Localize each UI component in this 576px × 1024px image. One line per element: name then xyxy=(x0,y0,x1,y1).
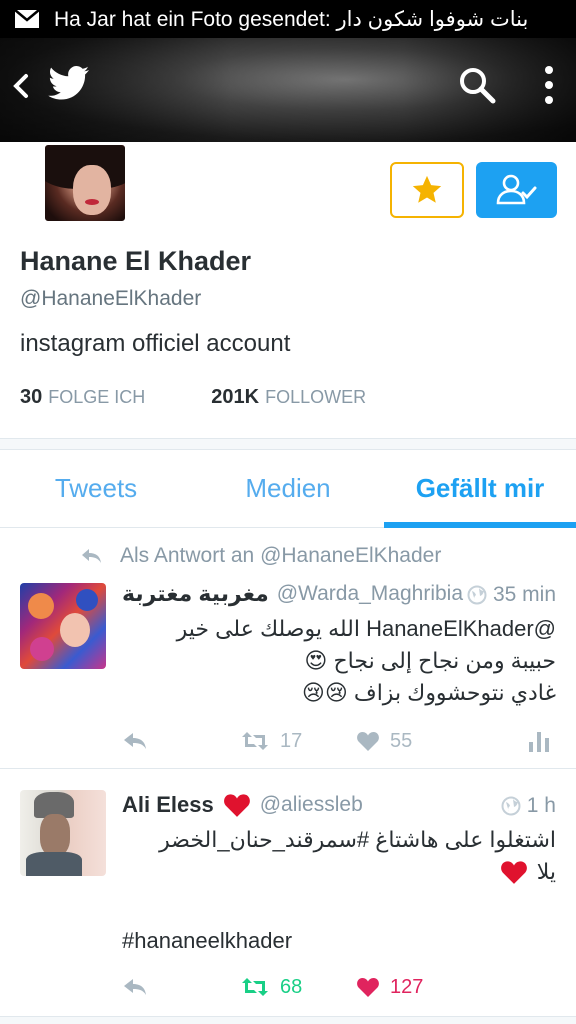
list-bottom-edge xyxy=(0,1016,576,1024)
tweet-author-handle[interactable]: @aliessleb xyxy=(260,793,363,817)
globe-icon xyxy=(501,796,521,816)
following-label[interactable]: FOLGE ICH xyxy=(48,387,145,408)
reply-context[interactable]: Als Antwort an @HananeElKhader xyxy=(80,544,441,568)
tweet-text: @HananeElKhader الله يوصلك على خير حبيبة… xyxy=(176,616,556,705)
followers-count[interactable]: 201K xyxy=(211,386,259,409)
status-bar: Ha Jar hat ein Foto gesendet: بنات شوفوا… xyxy=(0,0,576,38)
profile-avatar[interactable] xyxy=(42,142,128,224)
profile-name: Hanane El Khader xyxy=(20,246,252,276)
heart-icon xyxy=(357,732,379,751)
notifications-star-button[interactable] xyxy=(390,162,464,218)
like-count: 55 xyxy=(390,729,413,752)
red-heart-emoji-icon xyxy=(500,861,527,884)
red-heart-emoji-icon xyxy=(223,794,250,817)
retweet-button[interactable]: 17 xyxy=(240,730,302,753)
tweet-timestamp: 1 h xyxy=(501,794,556,818)
reply-icon xyxy=(124,733,146,749)
retweet-icon xyxy=(242,732,268,750)
tweet-author-avatar[interactable] xyxy=(20,790,106,876)
tweet-separator xyxy=(0,768,576,769)
tweet-author-avatar[interactable] xyxy=(20,583,106,669)
tab-tweets[interactable]: Tweets xyxy=(0,450,192,527)
following-user-check-icon xyxy=(496,174,536,205)
analytics-button[interactable] xyxy=(528,730,550,752)
retweet-count: 17 xyxy=(280,729,303,752)
twitter-bird-icon[interactable] xyxy=(48,66,90,102)
following-button[interactable] xyxy=(476,162,557,218)
back-icon[interactable] xyxy=(10,68,32,104)
tweet-actions: 68 127 xyxy=(122,972,558,1002)
profile-handle: @HananeElKhader xyxy=(20,287,202,310)
like-count: 127 xyxy=(390,975,424,998)
globe-icon xyxy=(467,585,487,605)
mail-icon xyxy=(14,9,40,28)
section-divider xyxy=(0,438,576,450)
profile-stats: 30 FOLGE ICH 201K FOLLOWER xyxy=(20,386,366,409)
profile-bio: instagram officiel account xyxy=(20,330,291,357)
more-vert-icon[interactable] xyxy=(538,64,560,106)
profile-banner xyxy=(0,38,576,142)
retweet-button[interactable]: 68 xyxy=(240,976,302,999)
retweet-icon xyxy=(242,978,268,996)
tweet-hashtag[interactable]: #hananeelkhader xyxy=(122,928,292,954)
followers-label[interactable]: FOLLOWER xyxy=(265,387,366,408)
reply-context-text: Als Antwort an @HananeElKhader xyxy=(120,544,442,567)
star-icon xyxy=(412,175,442,203)
reply-arrow-icon xyxy=(82,549,101,563)
tweet-actions: 17 55 xyxy=(122,726,558,756)
analytics-bars-icon xyxy=(529,732,549,752)
like-button[interactable]: 127 xyxy=(356,976,423,999)
profile-tabs: Tweets Medien Gefällt mir xyxy=(0,450,576,528)
heart-icon xyxy=(357,978,379,997)
following-count[interactable]: 30 xyxy=(20,386,42,409)
tab-likes[interactable]: Gefällt mir xyxy=(384,450,576,528)
notification-text: Ha Jar hat ein Foto gesendet: بنات شوفوا… xyxy=(54,7,529,31)
tweet-author-name[interactable]: مغربية مغتربة xyxy=(122,581,269,607)
like-button[interactable]: 55 xyxy=(356,730,412,753)
tweet-text: اشتغلوا على هاشتاغ #سمرقند_حنان_الخضر يل… xyxy=(159,827,556,884)
reply-button[interactable] xyxy=(122,731,148,751)
search-icon[interactable] xyxy=(458,66,496,104)
tweet-header: Ali Eless @aliessleb xyxy=(122,792,363,818)
tweet-author-name[interactable]: Ali Eless xyxy=(122,792,214,818)
tweet-header: مغربية مغتربة @Warda_Maghribia xyxy=(122,581,463,607)
reply-icon xyxy=(124,979,146,995)
tab-media[interactable]: Medien xyxy=(192,450,384,527)
tweet-author-handle[interactable]: @Warda_Maghribia xyxy=(277,582,463,606)
reply-button[interactable] xyxy=(122,977,148,997)
tweet-timestamp: 35 min xyxy=(467,583,556,607)
retweet-count: 68 xyxy=(280,975,303,998)
